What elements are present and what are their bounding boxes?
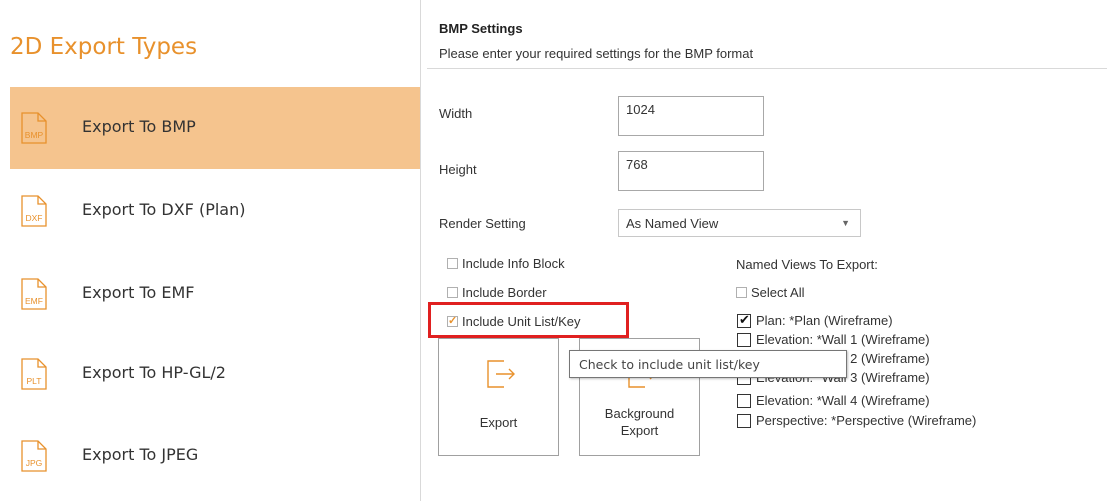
- named-view-label: Perspective: *Perspective (Wireframe): [756, 413, 977, 428]
- checkbox-box: [447, 287, 458, 298]
- svg-text:PLT: PLT: [27, 376, 42, 386]
- named-view-label: Elevation: *Wall 1 (Wireframe): [756, 332, 930, 347]
- export-item-emf[interactable]: EMF Export To EMF: [10, 253, 420, 335]
- select-all-checkbox[interactable]: Select All: [736, 285, 804, 300]
- settings-subtitle: Please enter your required settings for …: [439, 46, 754, 61]
- checkbox-box-checked: [737, 312, 751, 328]
- svg-text:BMP: BMP: [25, 130, 44, 140]
- export-item-jpeg[interactable]: JPG Export To JPEG: [10, 415, 420, 497]
- width-label: Width: [439, 106, 473, 121]
- named-view-perspective[interactable]: Perspective: *Perspective (Wireframe): [737, 413, 976, 428]
- export-item-label: Export To EMF: [82, 283, 195, 302]
- plt-file-icon: PLT: [21, 358, 47, 390]
- settings-panel: BMP Settings Please enter your required …: [421, 0, 1107, 501]
- background-export-label-line1: Background: [604, 406, 675, 421]
- settings-title: BMP Settings: [439, 21, 523, 36]
- tooltip: Check to include unit list/key: [569, 350, 847, 378]
- highlight-annotation: [428, 302, 629, 338]
- include-border-checkbox[interactable]: Include Border: [447, 285, 547, 300]
- render-setting-value: As Named View: [626, 216, 719, 231]
- height-input[interactable]: 768: [618, 151, 764, 191]
- svg-text:EMF: EMF: [25, 296, 43, 306]
- checkbox-box: [736, 287, 747, 298]
- render-setting-label: Render Setting: [439, 216, 526, 231]
- checkbox-box: [737, 413, 751, 428]
- checkbox-label: Select All: [751, 285, 805, 300]
- export-item-dxf[interactable]: DXF Export To DXF (Plan): [10, 170, 420, 252]
- background-export-button-label: Background Export: [580, 405, 699, 439]
- emf-file-icon: EMF: [21, 278, 47, 310]
- export-item-bmp[interactable]: BMP Export To BMP: [10, 87, 420, 169]
- named-views-label: Named Views To Export:: [736, 257, 878, 272]
- export-item-label: Export To BMP: [82, 117, 196, 136]
- export-icon: [487, 360, 515, 388]
- svg-text:JPG: JPG: [26, 458, 43, 468]
- height-label: Height: [439, 162, 477, 177]
- export-types-panel: 2D Export Types BMP Export To BMP DXF Ex…: [0, 0, 420, 501]
- checkbox-label: Include Info Block: [462, 256, 565, 271]
- include-info-block-checkbox[interactable]: Include Info Block: [447, 256, 565, 271]
- jpg-file-icon: JPG: [21, 440, 47, 472]
- export-item-label: Export To JPEG: [82, 445, 199, 464]
- background-export-label-line2: Export: [620, 423, 659, 438]
- width-input[interactable]: 1024: [618, 96, 764, 136]
- named-view-wall1[interactable]: Elevation: *Wall 1 (Wireframe): [737, 332, 930, 347]
- checkbox-label: Include Border: [462, 285, 547, 300]
- export-button[interactable]: Export: [438, 338, 559, 456]
- named-view-plan[interactable]: Plan: *Plan (Wireframe): [737, 312, 893, 328]
- export-item-label: Export To HP-GL/2: [82, 363, 226, 382]
- named-view-label: Plan: *Plan (Wireframe): [756, 313, 893, 328]
- render-setting-select[interactable]: As Named View ▼: [618, 209, 861, 237]
- named-view-label: Elevation: *Wall 4 (Wireframe): [756, 393, 930, 408]
- bmp-file-icon: BMP: [21, 112, 47, 144]
- checkbox-box: [447, 258, 458, 269]
- dxf-file-icon: DXF: [21, 195, 47, 227]
- chevron-down-icon: ▼: [841, 218, 850, 228]
- named-view-wall4[interactable]: Elevation: *Wall 4 (Wireframe): [737, 393, 930, 408]
- export-item-hpgl[interactable]: PLT Export To HP-GL/2: [10, 333, 420, 415]
- header-divider: [427, 68, 1107, 69]
- checkbox-box: [737, 332, 751, 347]
- export-button-label: Export: [479, 415, 518, 430]
- panel-title: 2D Export Types: [10, 34, 198, 60]
- svg-text:DXF: DXF: [26, 213, 43, 223]
- checkbox-box: [737, 393, 751, 408]
- export-item-label: Export To DXF (Plan): [82, 200, 246, 219]
